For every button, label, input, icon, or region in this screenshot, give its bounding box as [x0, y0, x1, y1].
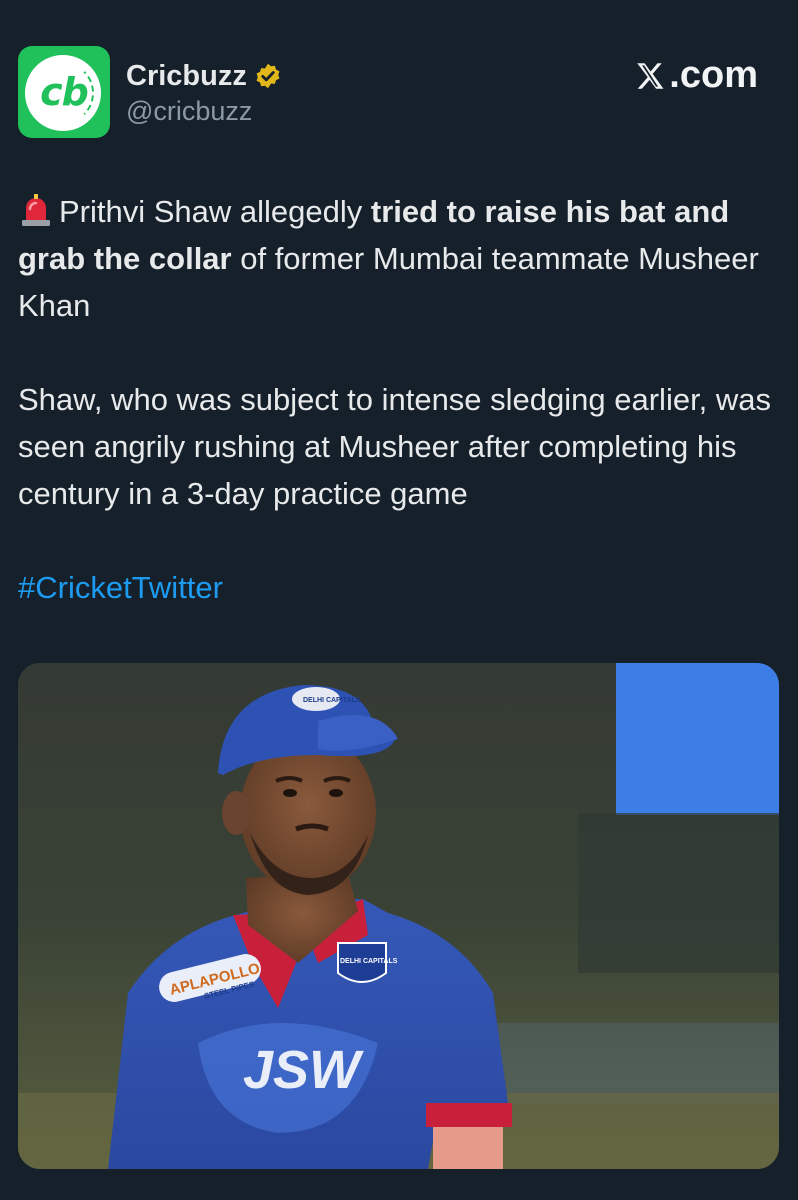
- team-badge: DELHI CAPITALS: [340, 958, 398, 965]
- x-com-label: .com: [669, 54, 758, 96]
- display-name[interactable]: Cricbuzz: [126, 60, 247, 93]
- avatar[interactable]: cb: [18, 46, 110, 138]
- tweet-photo[interactable]: JSW DELHI CAPITALS DELHI CAPITALS APLAPO…: [18, 663, 779, 1169]
- hashtag-link[interactable]: #CricketTwitter: [18, 570, 223, 605]
- avatar-logo-text: cb: [40, 70, 89, 114]
- stadium-screen: [616, 663, 779, 815]
- account-name-row: Cricbuzz: [126, 56, 282, 96]
- verified-badge-icon: [256, 63, 280, 89]
- siren-emoji-icon: [22, 194, 50, 226]
- tweet-paragraph-1: Prithvi Shaw allegedly tried to raise hi…: [18, 188, 786, 329]
- x-logo-icon: [637, 62, 664, 89]
- tweet-paragraph-2: Shaw, who was subject to intense sledgin…: [18, 382, 772, 511]
- x-com-watermark: .com: [633, 54, 758, 97]
- player-photo-illustration: JSW DELHI CAPITALS DELHI CAPITALS APLAPO…: [18, 663, 779, 1169]
- tweet-text-part-a: Prithvi Shaw allegedly: [59, 194, 371, 229]
- account-handle[interactable]: @cricbuzz: [126, 96, 252, 127]
- tweet-body: Prithvi Shaw allegedly tried to raise hi…: [18, 188, 786, 611]
- cap-badge: DELHI CAPITALS: [303, 697, 361, 704]
- tweet-hashtag-line: #CricketTwitter: [18, 564, 786, 611]
- tweet-card: cb Cricbuzz @cricbuzz .com Prithvi Shaw …: [0, 0, 798, 1200]
- jersey-sponsor-jsw: JSW: [243, 1040, 364, 1100]
